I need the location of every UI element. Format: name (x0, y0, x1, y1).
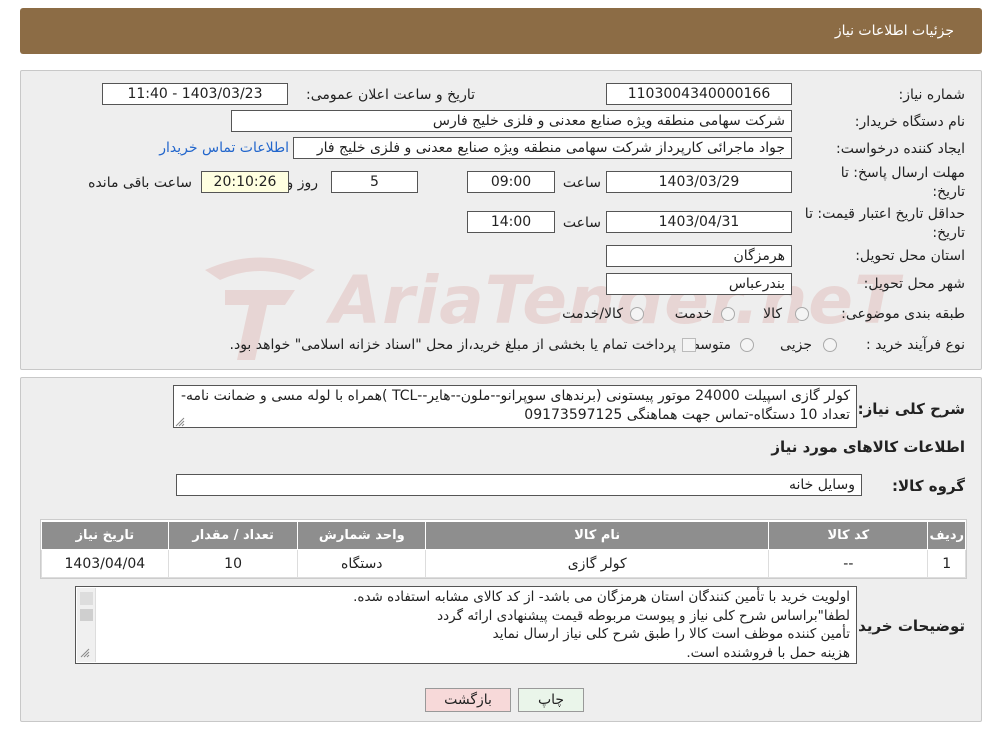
requester-label: ایجاد کننده درخواست: (836, 141, 965, 157)
col-header-goods-name: نام کالا (425, 521, 770, 550)
scroll-thumb[interactable] (80, 609, 93, 621)
resize-grip-icon[interactable] (80, 648, 90, 658)
announce-label: تاریخ و ساعت اعلان عمومی: (306, 87, 475, 103)
buyer-note-line: هزینه حمل با فروشنده است. (686, 644, 850, 661)
buyer-notes-textarea[interactable]: اولویت خرید با تأمین کنندگان استان هرمزگ… (75, 586, 857, 664)
days-label: روز و (286, 175, 319, 191)
deadline-label-date: تاریخ: (932, 184, 965, 200)
goods-group-field: وسایل خانه (176, 474, 862, 496)
buyer-org-label: نام دستگاه خریدار: (854, 114, 965, 130)
need-number-field: 1103004340000166 (606, 83, 792, 105)
buyer-note-line: لطفا"براساس شرح کلی نیاز و پیوست مربوطه … (437, 607, 850, 624)
need-number-label: شماره نیاز: (898, 87, 966, 103)
category-option-goods: کالا (763, 306, 782, 322)
cell-goods-name: کولر گازی (425, 549, 770, 578)
deadline-date-field: 1403/03/29 (606, 171, 792, 193)
col-header-row-number: ردیف (927, 521, 966, 550)
cell-need-date: 1403/04/04 (41, 549, 169, 578)
category-option-goods-service: کالا/خدمت (562, 306, 623, 322)
deadline-label: مهلت ارسال پاسخ: تا (840, 165, 965, 181)
remaining-label: ساعت باقی مانده (88, 175, 192, 191)
city-label: شهر محل تحویل: (863, 276, 965, 292)
goods-group-label: گروه کالا: (892, 477, 965, 495)
description-label: شرح کلی نیاز: (857, 400, 965, 418)
province-field: هرمزگان (606, 245, 792, 267)
cell-unit: دستگاه (297, 549, 427, 578)
remaining-time-field: 20:10:26 (201, 171, 289, 193)
cell-quantity: 10 (167, 549, 299, 578)
validity-date-field: 1403/04/31 (606, 211, 792, 233)
buyer-contact-link[interactable]: اطلاعات تماس خریدار (159, 140, 289, 156)
deadline-time-label: ساعت (562, 175, 601, 191)
treasury-checkbox[interactable] (682, 338, 696, 352)
back-button[interactable]: بازگشت (425, 688, 511, 712)
page-header: جزئیات اطلاعات نیاز (20, 8, 982, 54)
deadline-time-field: 09:00 (467, 171, 555, 193)
validity-label: حداقل تاریخ اعتبار قیمت: تا (804, 206, 965, 222)
buyer-note-line: تأمین کننده موظف است کالا را طبق شرح کلی… (492, 626, 850, 642)
print-button[interactable]: چاپ (518, 688, 584, 712)
process-note: پرداخت تمام یا بخشی از مبلغ خرید،از محل … (229, 337, 676, 353)
buyer-note-line: اولویت خرید با تأمین کنندگان استان هرمزگ… (353, 589, 850, 605)
process-type-label: نوع فرآیند خرید : (866, 337, 965, 353)
category-option-service: خدمت (674, 306, 712, 322)
cell-row-number: 1 (927, 549, 966, 578)
col-header-unit: واحد شمارش (297, 521, 427, 550)
category-label: طبقه بندی موضوعی: (841, 306, 965, 322)
col-header-quantity: تعداد / مقدار (167, 521, 299, 550)
category-radio-goods-service[interactable] (630, 307, 644, 321)
table-row[interactable]: 1 -- کولر گازی دستگاه 10 1403/04/04 (41, 549, 966, 578)
validity-time-field: 14:00 (467, 211, 555, 233)
process-option-minor: جزیی (780, 337, 812, 353)
cell-goods-code: -- (768, 549, 929, 578)
validity-time-label: ساعت (562, 215, 601, 231)
process-radio-minor[interactable] (823, 338, 837, 352)
notes-scrollbar[interactable] (77, 588, 96, 662)
validity-label-date: تاریخ: (932, 225, 965, 241)
category-radio-service[interactable] (721, 307, 735, 321)
city-field: بندرعباس (606, 273, 792, 295)
goods-info-title: اطلاعات کالاهای مورد نیاز (771, 438, 965, 456)
page-title: جزئیات اطلاعات نیاز (834, 23, 954, 39)
col-header-need-date: تاریخ نیاز (41, 521, 169, 550)
buyer-notes-label: توضیحات خریدار: (838, 617, 965, 635)
table-header-row: ردیف کد کالا نام کالا واحد شمارش تعداد /… (41, 521, 966, 550)
requester-field: جواد ماجرائی کارپرداز شرکت سهامی منطقه و… (293, 137, 792, 159)
buyer-org-field: شرکت سهامی منطقه ویژه صنایع معدنی و فلزی… (231, 110, 792, 132)
resize-grip-icon[interactable] (175, 417, 185, 427)
announce-datetime-field: 1403/03/23 - 11:40 (102, 83, 288, 105)
description-textarea[interactable]: کولر گازی اسپیلت 24000 موتور پیستونی (بر… (173, 385, 857, 428)
col-header-goods-code: کد کالا (768, 521, 929, 550)
category-radio-goods[interactable] (795, 307, 809, 321)
scroll-up-icon[interactable] (80, 592, 93, 605)
goods-table: ردیف کد کالا نام کالا واحد شمارش تعداد /… (41, 521, 966, 578)
province-label: استان محل تحویل: (855, 248, 965, 264)
days-remaining-field: 5 (331, 171, 418, 193)
process-radio-medium[interactable] (740, 338, 754, 352)
